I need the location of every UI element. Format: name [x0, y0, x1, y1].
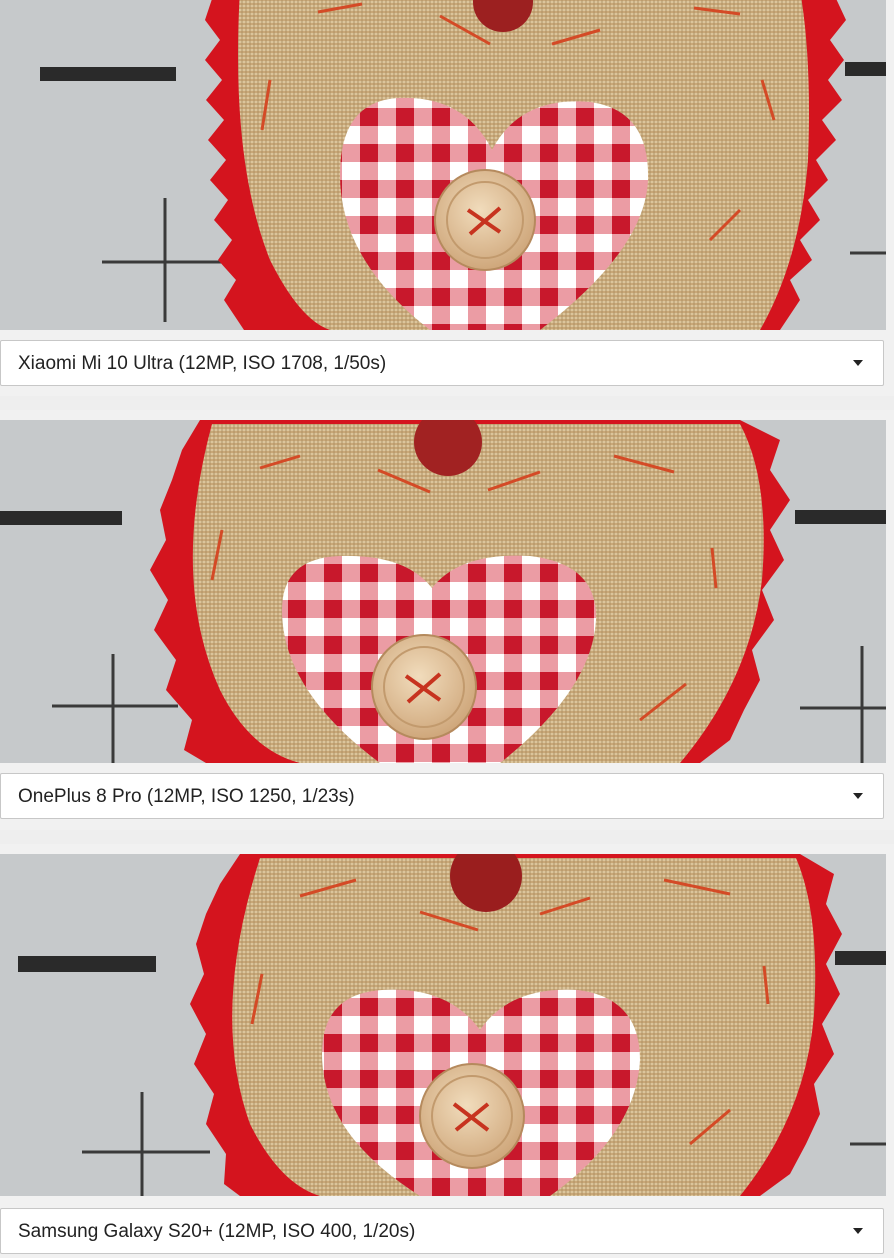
camera-select-3[interactable]: Samsung Galaxy S20+ (12MP, ISO 400, 1/20… [0, 1208, 884, 1254]
camera-select-2-value: OnePlus 8 Pro (12MP, ISO 1250, 1/23s) [18, 786, 355, 807]
camera-select-1[interactable]: Xiaomi Mi 10 Ultra (12MP, ISO 1708, 1/50… [0, 340, 884, 386]
chevron-down-icon [853, 793, 863, 799]
comparison-panel-2: OnePlus 8 Pro (12MP, ISO 1250, 1/23s) [0, 410, 894, 830]
burlap-heart-photo [0, 0, 886, 330]
camera-select-1-value: Xiaomi Mi 10 Ultra (12MP, ISO 1708, 1/50… [18, 353, 387, 374]
camera-select-3-value: Samsung Galaxy S20+ (12MP, ISO 400, 1/20… [18, 1221, 416, 1242]
burlap-heart-photo [0, 420, 886, 763]
camera-select-2[interactable]: OnePlus 8 Pro (12MP, ISO 1250, 1/23s) [0, 773, 884, 819]
comparison-panel-1: Xiaomi Mi 10 Ultra (12MP, ISO 1708, 1/50… [0, 0, 894, 396]
burlap-heart-photo [0, 854, 886, 1196]
chevron-down-icon [853, 1228, 863, 1234]
chevron-down-icon [853, 360, 863, 366]
comparison-panel-3: Samsung Galaxy S20+ (12MP, ISO 400, 1/20… [0, 844, 894, 1258]
